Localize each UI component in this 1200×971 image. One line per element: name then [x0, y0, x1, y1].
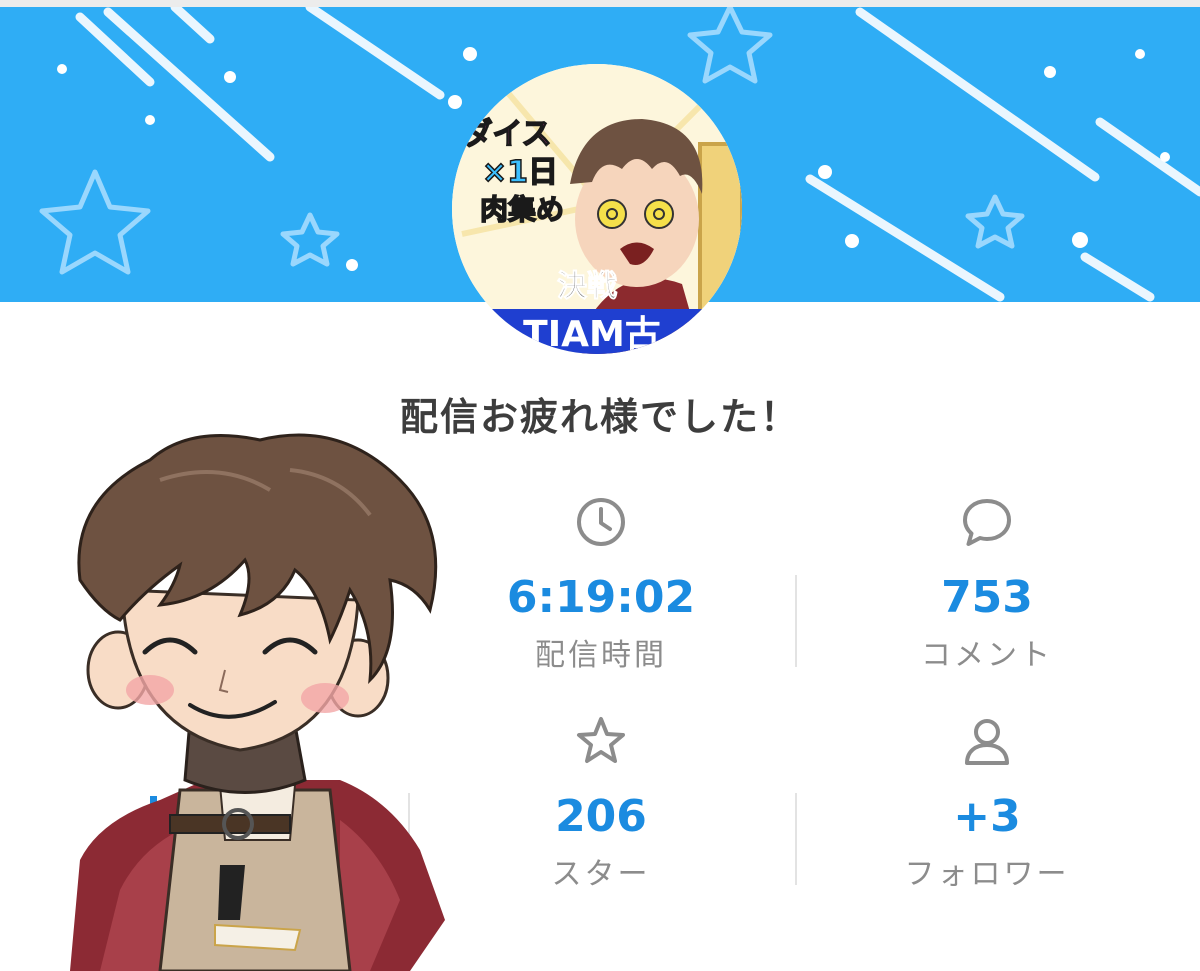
stream-thumbnail-avatar[interactable]: ダイス ×1日 肉集め 決戦 TIAM古 [452, 64, 742, 354]
top-border [0, 0, 1200, 7]
stat-comments: 753 コメント [797, 494, 1177, 674]
followers-value: +3 [953, 791, 1021, 842]
duration-value: 6:19:02 [506, 572, 696, 623]
person-icon [965, 719, 1009, 765]
stat-stars: 206 スター [411, 713, 791, 893]
followers-label: フォロワー [904, 857, 1070, 892]
thumbnail-badge-top: ダイス [462, 117, 551, 152]
comment-icon [963, 499, 1011, 546]
thumbnail-banner-word: 決戦 [557, 269, 617, 304]
stat-divider-top [795, 575, 797, 667]
comments-label: コメント [921, 638, 1053, 673]
stat-divider-bottom [795, 793, 797, 885]
thumbnail-image: ダイス ×1日 肉集め 決戦 TIAM古 [452, 64, 742, 354]
character-illustration [70, 433, 445, 971]
thumbnail-badge-mid: ×1日 [482, 155, 558, 190]
thumbnail-bottom-text: TIAM古 [523, 314, 661, 354]
star-icon [577, 717, 625, 763]
thumbnail-badge-low: 肉集め [480, 193, 564, 226]
stars-label: スター [551, 857, 651, 892]
stat-followers: +3 フォロワー [797, 713, 1177, 893]
stars-value: 206 [555, 791, 647, 842]
clock-icon [577, 498, 625, 546]
stat-duration: 6:19:02 配信時間 [411, 494, 791, 674]
comments-value: 753 [941, 572, 1033, 623]
duration-label: 配信時間 [535, 638, 667, 673]
